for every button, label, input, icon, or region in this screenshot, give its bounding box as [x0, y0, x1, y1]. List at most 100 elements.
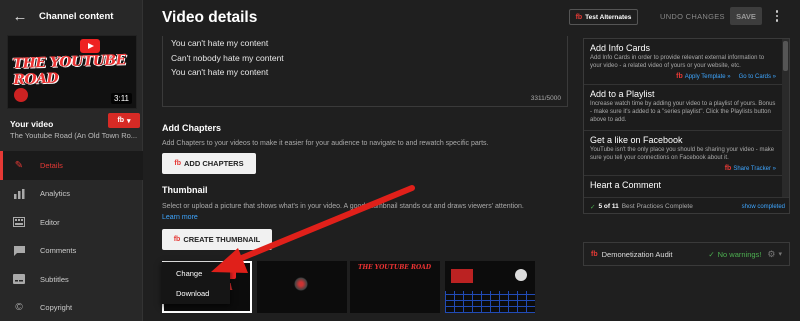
- thumbnail-option-2[interactable]: THE YOUTUBE ROAD: [350, 261, 440, 313]
- chevron-down-icon[interactable]: ▾: [778, 250, 782, 258]
- editor-icon: [12, 216, 26, 228]
- demonetization-label: Demonetization Audit: [601, 249, 673, 259]
- emblem-icon: [14, 88, 28, 102]
- back-arrow-icon[interactable]: ←: [9, 7, 31, 25]
- sidebar-item-label: Analytics: [40, 189, 71, 199]
- copyright-icon: ©: [15, 302, 23, 314]
- sidebar-item-comments[interactable]: Comments: [0, 237, 143, 266]
- sidebar-item-label: Editor: [40, 217, 60, 227]
- learn-more-link[interactable]: Learn more: [162, 214, 198, 221]
- moon-icon: [515, 269, 527, 281]
- undo-changes-button[interactable]: UNDO CHANGES: [660, 12, 725, 21]
- fb-logo-icon: fb: [575, 13, 583, 21]
- chapters-description: Add Chapters to your videos to make it e…: [162, 140, 489, 147]
- fb-dropdown-button[interactable]: fb ▾: [108, 113, 140, 128]
- panel-scrollbar[interactable]: [782, 39, 789, 197]
- fb-logo-icon: fb: [174, 160, 181, 167]
- save-button[interactable]: SAVE: [730, 7, 762, 25]
- audit-status: ✓ No warnings!: [708, 250, 761, 259]
- sidebar-item-details[interactable]: ✎ Details: [0, 151, 143, 180]
- app: ← Channel content THE YOUTUBE ROAD 3:11 …: [0, 0, 800, 321]
- description-char-count: 3311/5000: [530, 95, 561, 102]
- thumbnail-context-menu: Change Download: [162, 262, 230, 304]
- thumbnail-logo-fragment: THE YOUTUBE ROAD: [358, 264, 432, 271]
- thumbnail-title: Thumbnail: [162, 185, 208, 195]
- menu-item-change[interactable]: Change: [176, 269, 202, 278]
- sidebar-nav: ✎ Details Analytics Editor Comments Subt…: [0, 151, 143, 321]
- youtube-play-icon: [79, 39, 100, 53]
- card-title: Add Info Cards: [590, 43, 651, 53]
- thumbnail-logo-text: THE YOUTUBE ROAD: [12, 52, 127, 89]
- fb-logo-icon: fb: [117, 117, 125, 124]
- sidebar-item-label: Copyright: [40, 303, 73, 313]
- sidebar: ← Channel content THE YOUTUBE ROAD 3:11 …: [0, 0, 143, 321]
- audit-status-label: No warnings!: [717, 249, 762, 259]
- thumbnail-option-1[interactable]: [257, 261, 347, 313]
- completion-status: ✓ 5 of 11 Best Practices Complete: [590, 203, 693, 211]
- video-thumbnail[interactable]: THE YOUTUBE ROAD 3:11: [7, 35, 137, 109]
- emblem-icon: [294, 277, 308, 291]
- fb-logo-icon: fb: [676, 73, 683, 80]
- share-tracker-label: Share Tracker »: [733, 165, 776, 172]
- video-duration: 3:11: [111, 93, 132, 104]
- thumbnail-art: [451, 269, 473, 283]
- checkmark-icon: ✓: [590, 203, 596, 211]
- sidebar-title: Channel content: [39, 10, 114, 22]
- create-thumbnail-label: CREATE THUMBNAIL: [183, 235, 261, 244]
- go-to-cards-link[interactable]: Go to Cards »: [739, 73, 776, 80]
- add-chapters-button[interactable]: fb ADD CHAPTERS: [162, 153, 256, 174]
- subtitles-icon: [12, 273, 26, 285]
- checkmark-icon: ✓: [708, 249, 715, 259]
- create-thumbnail-button[interactable]: fb CREATE THUMBNAIL: [162, 229, 272, 250]
- card-title: Get a like on Facebook: [590, 135, 683, 145]
- fb-logo-icon: fb: [591, 250, 598, 258]
- sidebar-item-copyright[interactable]: © Copyright: [0, 294, 143, 321]
- sidebar-item-editor[interactable]: Editor: [0, 208, 143, 237]
- your-video-label: Your video: [10, 119, 54, 129]
- fb-logo-icon: fb: [173, 236, 181, 243]
- menu-item-download[interactable]: Download: [176, 289, 209, 298]
- completion-label: Best Practices Complete: [621, 203, 693, 210]
- thumbnail-description: Select or upload a picture that shows wh…: [162, 203, 524, 210]
- description-line: You can't hate my content: [171, 38, 269, 48]
- test-alternates-button[interactable]: fb Test Alternates: [569, 9, 638, 25]
- sidebar-item-subtitles[interactable]: Subtitles: [0, 265, 143, 294]
- sidebar-header: ← Channel content: [0, 0, 143, 32]
- card-add-info-cards: Add Info Cards Add Info Cards in order t…: [584, 39, 782, 85]
- card-text: Add Info Cards in order to provide relev…: [590, 55, 765, 69]
- sidebar-item-label: Details: [40, 160, 63, 170]
- card-links: fb Share Tracker »: [725, 165, 776, 172]
- sidebar-item-analytics[interactable]: Analytics: [0, 180, 143, 209]
- go-to-cards-label: Go to Cards »: [738, 73, 776, 80]
- comments-icon: [12, 245, 26, 257]
- card-links: fb Apply Template » Go to Cards »: [676, 73, 776, 80]
- sidebar-item-label: Subtitles: [40, 274, 69, 284]
- card-text: Increase watch time by adding your video…: [590, 101, 776, 123]
- chevron-down-icon: ▾: [127, 117, 131, 125]
- more-options-icon[interactable]: [772, 8, 782, 24]
- thumbnail-option-3[interactable]: [445, 261, 535, 313]
- description-line: Can't nobody hate my content: [171, 53, 284, 63]
- sidebar-item-label: Comments: [40, 246, 77, 256]
- pencil-icon: ✎: [14, 159, 24, 171]
- card-add-to-playlist: Add to a Playlist Increase watch time by…: [584, 85, 782, 131]
- share-tracker-link[interactable]: fb Share Tracker »: [725, 165, 776, 172]
- fb-logo-icon: fb: [724, 165, 732, 172]
- card-title: Heart a Comment: [590, 180, 662, 190]
- show-completed-link[interactable]: show completed: [742, 204, 785, 210]
- demonetization-audit-bar[interactable]: fb Demonetization Audit ✓ No warnings! ⚙…: [583, 242, 790, 266]
- apply-template-link[interactable]: fb Apply Template »: [676, 73, 731, 80]
- best-practices-panel: Add Info Cards Add Info Cards in order t…: [583, 38, 790, 214]
- description-field[interactable]: You can't hate my content Can't nobody h…: [162, 36, 568, 107]
- completion-count: 5 of 11: [598, 203, 619, 210]
- video-name: The Youtube Road (An Old Town Ro...: [10, 131, 138, 140]
- description-line: You can't hate my content: [171, 67, 269, 77]
- gear-icon[interactable]: ⚙: [767, 249, 775, 260]
- apply-template-label: Apply Template »: [684, 73, 731, 80]
- test-alternates-label: Test Alternates: [585, 13, 632, 21]
- chapters-title: Add Chapters: [162, 123, 222, 133]
- card-facebook-like: Get a like on Facebook YouTube isn't the…: [584, 131, 782, 176]
- card-title: Add to a Playlist: [590, 89, 655, 99]
- analytics-icon: [12, 188, 26, 200]
- add-chapters-label: ADD CHAPTERS: [184, 159, 244, 168]
